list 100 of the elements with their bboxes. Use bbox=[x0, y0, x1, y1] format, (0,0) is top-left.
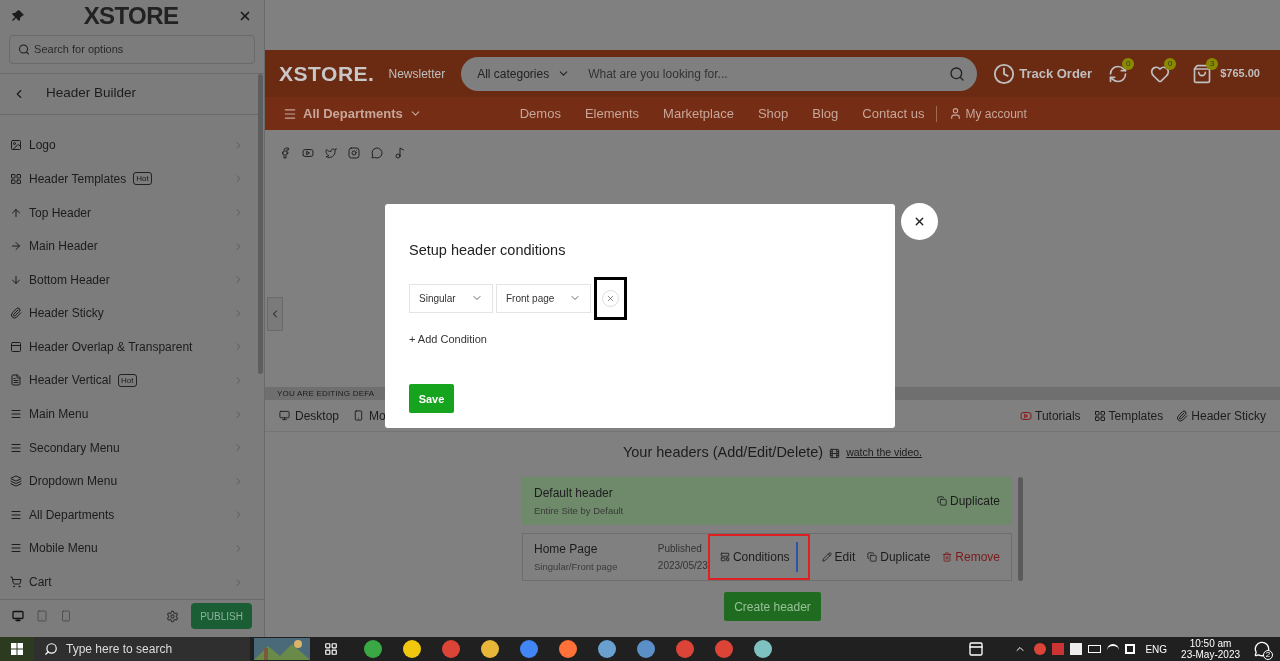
nav-link[interactable]: Demos bbox=[519, 103, 561, 124]
heart-icon[interactable] bbox=[1150, 63, 1171, 84]
view-tab[interactable]: Desktop bbox=[279, 406, 340, 425]
view-tab[interactable]: Mo bbox=[353, 406, 386, 425]
app-icon[interactable] bbox=[481, 640, 499, 658]
menu-item[interactable]: Header Vertical Hot bbox=[0, 363, 258, 398]
toolbar-link[interactable]: Tutorials bbox=[1020, 406, 1081, 425]
create-header-button[interactable]: Create header bbox=[724, 592, 821, 621]
newsletter-link[interactable]: Newsletter bbox=[388, 64, 446, 83]
menu-item[interactable]: Header Overlap & Transparent bbox=[0, 330, 258, 364]
desktop-icon[interactable] bbox=[12, 610, 24, 623]
menu-item[interactable]: Mobile Menu bbox=[0, 531, 258, 566]
pin-icon[interactable] bbox=[12, 10, 24, 22]
menu-item[interactable]: Bottom Header bbox=[0, 262, 258, 297]
close-icon[interactable] bbox=[238, 9, 252, 23]
menu-item[interactable]: Header Templates Hot bbox=[0, 162, 258, 196]
clock-time[interactable]: 10:50 am bbox=[1189, 638, 1232, 649]
app-icon[interactable] bbox=[637, 640, 655, 658]
grid-icon bbox=[1093, 409, 1106, 422]
nav-link[interactable]: Contact us bbox=[862, 103, 925, 124]
item-label: Cart bbox=[29, 574, 52, 592]
condition-value-select[interactable]: Front page bbox=[496, 283, 591, 313]
site-logo[interactable]: XSTORE. bbox=[279, 57, 375, 90]
search-field[interactable]: Search for options bbox=[9, 35, 255, 64]
header-card[interactable]: Default header Entire Site by Default Duplicate bbox=[522, 477, 1012, 525]
add-condition-link[interactable]: + Add Condition bbox=[409, 330, 487, 348]
document-icon bbox=[10, 374, 22, 387]
toolbar-link[interactable]: Header Sticky bbox=[1176, 406, 1266, 425]
menu-item[interactable]: Top Header bbox=[0, 195, 258, 230]
task-view-icon[interactable] bbox=[324, 642, 338, 656]
app-icon[interactable] bbox=[403, 640, 421, 658]
wishlist-count: 0 bbox=[1164, 57, 1177, 70]
action-link[interactable]: Edit bbox=[821, 548, 856, 566]
header-card[interactable]: Home Page Singular/Front page Published 2023/05/23 Conditions Edit Duplicate Remove bbox=[522, 533, 1012, 581]
video-link[interactable]: watch the video. bbox=[846, 445, 923, 461]
language-indicator[interactable]: ENG bbox=[1145, 641, 1168, 657]
app-icon[interactable] bbox=[598, 640, 616, 658]
twitter-icon[interactable] bbox=[325, 147, 337, 159]
video-icon[interactable] bbox=[829, 447, 841, 459]
menu-item[interactable]: Logo bbox=[0, 128, 258, 163]
action-link[interactable]: Duplicate bbox=[867, 548, 931, 566]
menu-item[interactable]: Secondary Menu bbox=[0, 430, 258, 465]
menu-icon bbox=[10, 508, 22, 521]
collapse-sidebar-button[interactable] bbox=[267, 297, 283, 331]
copy-icon bbox=[936, 496, 947, 506]
menu-item[interactable]: Header Sticky bbox=[0, 296, 258, 331]
account-link[interactable]: My account bbox=[965, 104, 1027, 123]
instagram-icon[interactable] bbox=[348, 147, 360, 159]
compare-count: 0 bbox=[1122, 57, 1135, 70]
app-icon[interactable] bbox=[364, 640, 382, 658]
compare-icon[interactable] bbox=[1108, 63, 1129, 84]
nav-link[interactable]: Blog bbox=[812, 103, 839, 124]
pencil-icon bbox=[821, 552, 832, 562]
menu-item[interactable]: Cart bbox=[0, 565, 258, 599]
product-search-bar[interactable]: All categories What are you looking for... bbox=[461, 56, 978, 91]
menu-item[interactable]: Dropdown Menu bbox=[0, 464, 258, 499]
arrow-right-icon bbox=[10, 240, 22, 253]
scrollbar[interactable] bbox=[1018, 477, 1023, 581]
search-input[interactable]: Search for options bbox=[34, 41, 246, 58]
action-link[interactable]: Duplicate bbox=[936, 492, 1000, 510]
user-icon[interactable] bbox=[949, 107, 963, 120]
tray-icon[interactable] bbox=[1070, 643, 1083, 655]
category-select[interactable]: All categories bbox=[477, 64, 558, 83]
clock-icon[interactable] bbox=[993, 62, 1016, 85]
app-icon[interactable] bbox=[754, 640, 772, 658]
arrow-down-icon bbox=[10, 273, 22, 286]
app-icon[interactable] bbox=[559, 640, 577, 658]
departments-menu[interactable]: All Departments bbox=[303, 103, 403, 124]
app-icon[interactable] bbox=[520, 640, 538, 658]
cart-total[interactable]: $765.00 bbox=[1220, 65, 1260, 82]
bag-icon[interactable] bbox=[1192, 63, 1213, 84]
scrollbar[interactable] bbox=[258, 73, 263, 374]
start-button[interactable] bbox=[0, 637, 34, 661]
close-icon bbox=[913, 215, 926, 228]
settings-icon[interactable] bbox=[166, 609, 180, 623]
clock-date[interactable]: 23-May-2023 bbox=[1181, 649, 1240, 660]
menu-item[interactable]: Main Menu bbox=[0, 397, 258, 431]
track-order-link[interactable]: Track Order bbox=[1019, 63, 1093, 84]
publish-button[interactable]: PUBLISH bbox=[191, 603, 252, 630]
nav-link[interactable]: Marketplace bbox=[663, 103, 734, 124]
menu-item[interactable]: All Departments bbox=[0, 498, 258, 532]
toolbar-link[interactable]: Templates bbox=[1093, 406, 1164, 425]
tiktok-icon[interactable] bbox=[394, 147, 406, 159]
menu-icon[interactable] bbox=[283, 106, 297, 121]
youtube-icon[interactable] bbox=[302, 147, 314, 159]
facebook-icon[interactable] bbox=[279, 147, 291, 159]
search-icon[interactable] bbox=[949, 65, 966, 82]
action-link[interactable]: Remove bbox=[942, 548, 1000, 566]
menu-item[interactable]: Main Header bbox=[0, 229, 258, 263]
nav-link[interactable]: Elements bbox=[584, 103, 640, 124]
date-text: 2023/05/23 bbox=[657, 559, 708, 573]
taskbar-search-field[interactable]: Type here to search bbox=[34, 637, 250, 661]
save-button[interactable]: Save bbox=[409, 384, 454, 414]
battery-icon[interactable] bbox=[1088, 645, 1102, 653]
notification-icon[interactable] bbox=[1254, 641, 1270, 657]
whatsapp-icon[interactable] bbox=[371, 147, 383, 159]
section-title: Header Builder bbox=[46, 84, 137, 103]
action-link[interactable]: Conditions bbox=[719, 548, 790, 566]
nav-link[interactable]: Shop bbox=[757, 103, 789, 124]
condition-type-select[interactable]: Singular bbox=[409, 283, 493, 313]
